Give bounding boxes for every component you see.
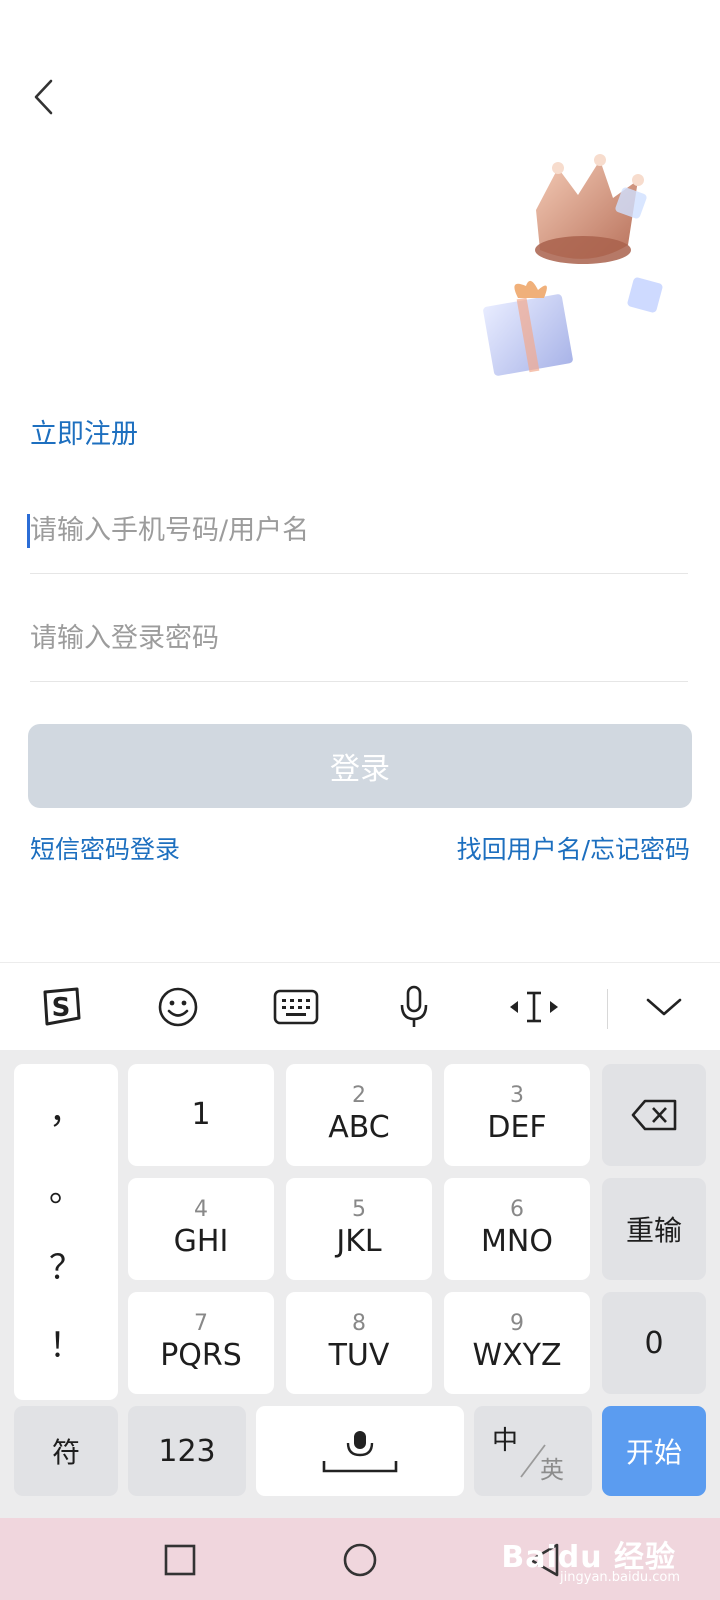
text-caret <box>27 514 30 548</box>
backspace-icon <box>631 1099 677 1131</box>
punct-comma-key[interactable]: ， <box>14 1084 118 1133</box>
password-input[interactable] <box>30 623 688 654</box>
hero-illustration <box>478 150 693 385</box>
punct-exclaim-key[interactable]: ！ <box>14 1318 118 1367</box>
circle-icon <box>343 1543 377 1577</box>
keyboard-toolbar: S <box>0 962 720 1050</box>
chevron-left-icon <box>34 79 53 115</box>
key-9-wxyz[interactable]: 9 WXYZ <box>444 1292 590 1394</box>
key-3-def[interactable]: 3 DEF <box>444 1064 590 1166</box>
login-button[interactable]: 登录 <box>28 724 692 808</box>
svg-text:S: S <box>52 993 71 1023</box>
start-key[interactable]: 开始 <box>602 1406 706 1496</box>
register-link[interactable]: 立即注册 <box>30 412 138 451</box>
recent-apps-button[interactable] <box>158 1538 202 1582</box>
key-8-tuv[interactable]: 8 TUV <box>286 1292 432 1394</box>
keyboard: ， 。 ？ ！ 1 2 ABC 3 DEF 4 GHI 5 JKL 6 MNO … <box>0 1050 720 1518</box>
number-mode-key[interactable]: 123 <box>128 1406 246 1496</box>
username-input[interactable] <box>30 515 688 546</box>
crown-icon <box>535 154 647 264</box>
key-0[interactable]: 0 <box>602 1292 706 1394</box>
key-4-ghi[interactable]: 4 GHI <box>128 1178 274 1280</box>
gift-box-icon <box>483 280 573 376</box>
microphone-icon[interactable] <box>386 979 442 1035</box>
watermark-url: jingyan.baidu.com <box>560 1570 680 1585</box>
chevron-down-icon <box>646 998 682 1016</box>
sms-login-link[interactable]: 短信密码登录 <box>30 830 180 866</box>
back-button[interactable] <box>24 72 64 122</box>
punct-period-key[interactable]: 。 <box>14 1162 118 1211</box>
lang-en-label: 英 <box>540 1456 564 1484</box>
toolbar-divider <box>607 989 608 1029</box>
password-field[interactable] <box>30 596 688 682</box>
space-key[interactable] <box>256 1406 464 1496</box>
home-button[interactable] <box>338 1538 382 1582</box>
forgot-password-link[interactable]: 找回用户名/忘记密码 <box>457 830 690 866</box>
cursor-move-icon[interactable] <box>506 979 562 1035</box>
language-switch-key[interactable]: 中 英 <box>474 1406 592 1496</box>
key-5-jkl[interactable]: 5 JKL <box>286 1178 432 1280</box>
backspace-key[interactable] <box>602 1064 706 1166</box>
lang-cn-label: 中 <box>492 1426 519 1456</box>
square-icon <box>164 1544 196 1576</box>
username-field[interactable] <box>27 488 688 574</box>
emoji-icon[interactable] <box>150 979 206 1035</box>
key-6-mno[interactable]: 6 MNO <box>444 1178 590 1280</box>
punctuation-column[interactable]: ， 。 ？ ！ <box>14 1064 118 1400</box>
reinput-key[interactable]: 重输 <box>602 1178 706 1280</box>
system-nav-bar: Baidu 经验 jingyan.baidu.com <box>0 1518 720 1600</box>
punct-question-key[interactable]: ？ <box>14 1240 118 1289</box>
symbol-key[interactable]: 符 <box>14 1406 118 1496</box>
keyboard-icon[interactable] <box>268 979 324 1035</box>
key-2-abc[interactable]: 2 ABC <box>286 1064 432 1166</box>
key-7-pqrs[interactable]: 7 PQRS <box>128 1292 274 1394</box>
collapse-keyboard-button[interactable] <box>636 979 692 1035</box>
sogou-logo-icon[interactable]: S <box>32 979 88 1035</box>
space-mic-icon <box>322 1431 398 1473</box>
small-cube-icon <box>627 277 663 313</box>
key-1[interactable]: 1 <box>128 1064 274 1166</box>
